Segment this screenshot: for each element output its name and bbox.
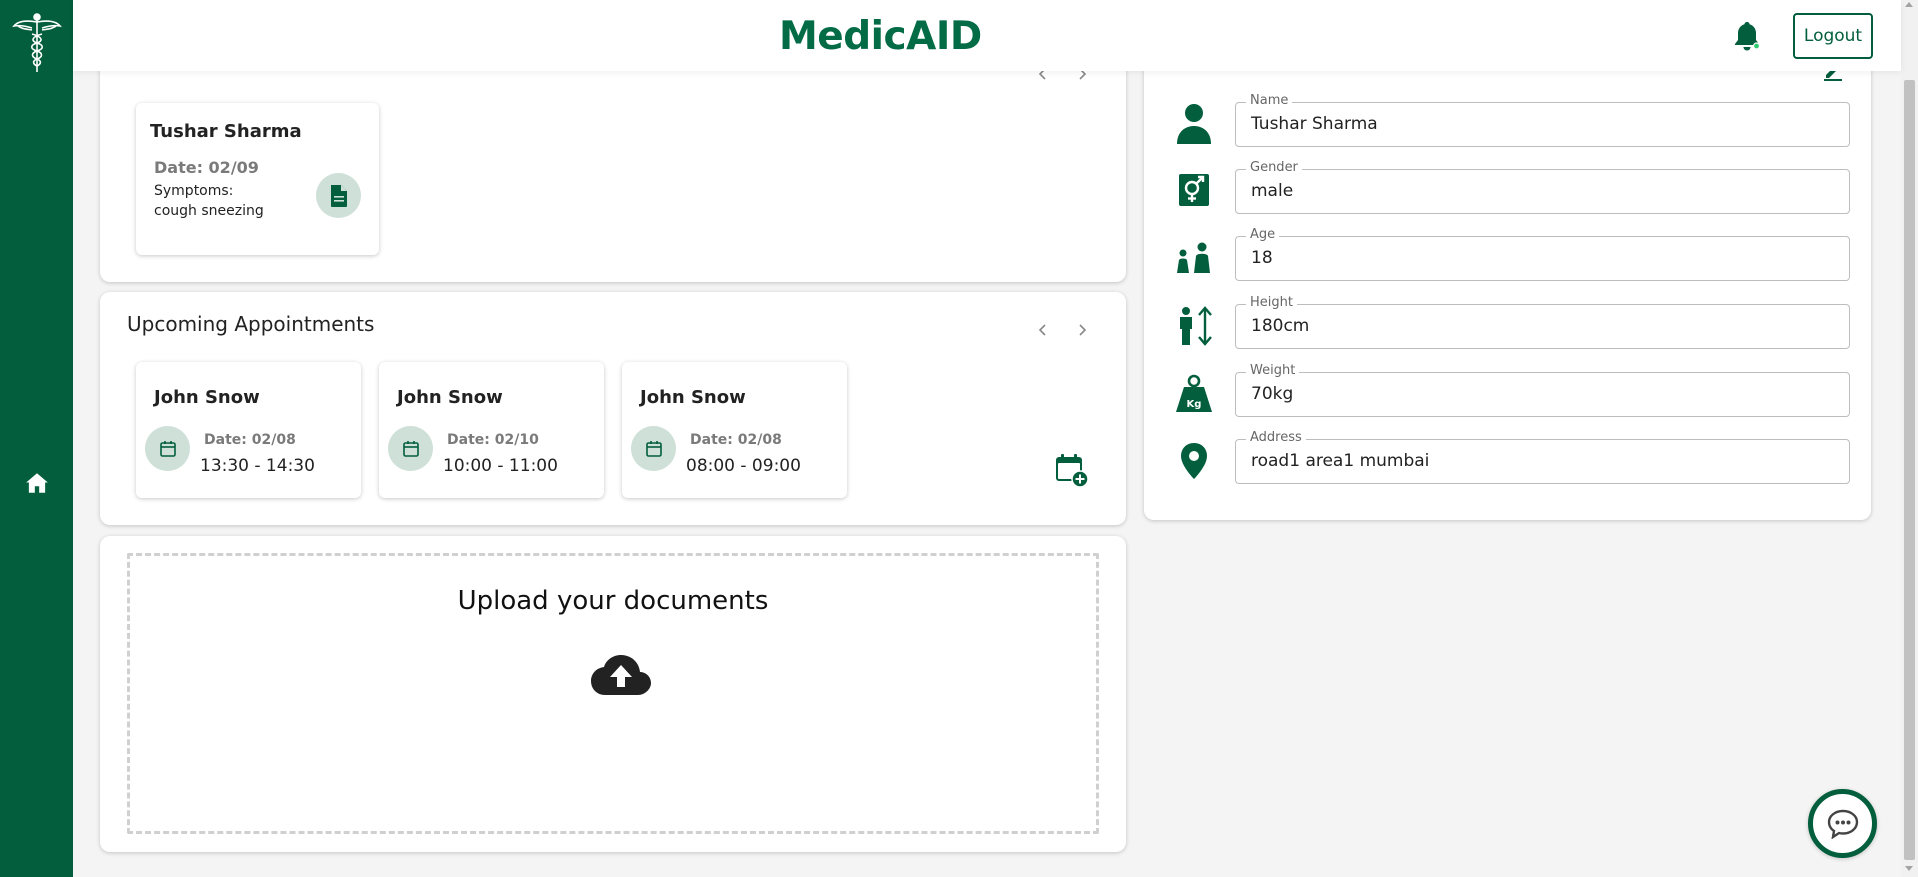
appointment-date: Date: 02/09 bbox=[154, 158, 259, 177]
name-label: Name bbox=[1246, 93, 1293, 109]
calendar-icon bbox=[631, 426, 676, 471]
doctor-name: John Snow bbox=[397, 387, 503, 408]
symptoms-text: cough sneezing bbox=[154, 203, 264, 219]
weight-label: Weight bbox=[1246, 363, 1300, 379]
home-icon[interactable] bbox=[24, 470, 50, 496]
doctor-name: John Snow bbox=[640, 387, 746, 408]
weight-field[interactable]: Weight 70kg bbox=[1235, 363, 1850, 417]
past-appointment-card[interactable]: Tushar Sharma Date: 02/09 Symptoms: coug… bbox=[136, 103, 379, 255]
appointment-time: 13:30 - 14:30 bbox=[200, 456, 315, 476]
people-icon bbox=[1174, 236, 1214, 280]
age-value: 18 bbox=[1251, 248, 1273, 268]
calendar-icon bbox=[388, 426, 433, 471]
upcoming-appointments-title: Upcoming Appointments bbox=[127, 312, 375, 336]
calendar-icon bbox=[145, 426, 190, 471]
weight-icon-text: Kg bbox=[1187, 399, 1202, 410]
appointment-date: Date: 02/10 bbox=[447, 432, 539, 448]
height-value: 180cm bbox=[1251, 316, 1310, 336]
top-header: MedicAID Logout bbox=[73, 0, 1901, 71]
age-label: Age bbox=[1246, 227, 1280, 243]
upload-documents-panel: Upload your documents bbox=[100, 536, 1126, 852]
notification-bell-icon[interactable] bbox=[1732, 19, 1762, 53]
scroll-down-arrow-icon[interactable] bbox=[1905, 866, 1913, 871]
upcoming-appointment-card[interactable]: John Snow Date: 02/10 10:00 - 11:00 bbox=[379, 362, 604, 498]
view-document-button[interactable] bbox=[316, 173, 361, 218]
appointment-date: Date: 02/08 bbox=[690, 432, 782, 448]
age-field[interactable]: Age 18 bbox=[1235, 227, 1850, 281]
name-field[interactable]: Name Tushar Sharma bbox=[1235, 93, 1850, 147]
location-pin-icon bbox=[1174, 439, 1214, 483]
profile-panel: Name Tushar Sharma Gender male Age 18 He… bbox=[1144, 30, 1871, 520]
add-appointment-icon[interactable] bbox=[1054, 452, 1090, 488]
caduceus-logo-icon bbox=[12, 13, 62, 72]
upcoming-appointment-card[interactable]: John Snow Date: 02/08 08:00 - 09:00 bbox=[622, 362, 847, 498]
upcoming-prev-arrow-icon[interactable] bbox=[1036, 323, 1050, 337]
doctor-name: John Snow bbox=[154, 387, 260, 408]
address-label: Address bbox=[1246, 430, 1306, 446]
name-value: Tushar Sharma bbox=[1251, 114, 1378, 134]
weight-icon: Kg bbox=[1174, 372, 1214, 416]
appointment-date: Date: 02/08 bbox=[204, 432, 296, 448]
gender-value: male bbox=[1251, 181, 1294, 201]
appointment-time: 10:00 - 11:00 bbox=[443, 456, 558, 476]
height-field[interactable]: Height 180cm bbox=[1235, 295, 1850, 349]
gender-label: Gender bbox=[1246, 160, 1302, 176]
sidebar bbox=[0, 0, 73, 877]
gender-icon bbox=[1174, 168, 1214, 212]
upcoming-appointment-card[interactable]: John Snow Date: 02/08 13:30 - 14:30 bbox=[136, 362, 361, 498]
address-field[interactable]: Address road1 area1 mumbai bbox=[1235, 430, 1850, 484]
upload-dropzone[interactable]: Upload your documents bbox=[127, 553, 1099, 834]
scrollbar-thumb[interactable] bbox=[1904, 80, 1915, 860]
gender-field[interactable]: Gender male bbox=[1235, 160, 1850, 214]
logout-button[interactable]: Logout bbox=[1793, 13, 1873, 59]
symptoms-label: Symptoms: bbox=[154, 183, 234, 199]
upcoming-appointments-panel: Upcoming Appointments John Snow Date: 02… bbox=[100, 292, 1126, 525]
chatbot-button[interactable] bbox=[1808, 789, 1877, 858]
height-label: Height bbox=[1246, 295, 1297, 311]
appointment-time: 08:00 - 09:00 bbox=[686, 456, 801, 476]
person-icon bbox=[1174, 101, 1214, 145]
cloud-upload-icon bbox=[591, 655, 651, 695]
patient-name: Tushar Sharma bbox=[150, 121, 302, 142]
scroll-up-arrow-icon[interactable] bbox=[1905, 2, 1913, 7]
upcoming-next-arrow-icon[interactable] bbox=[1075, 323, 1089, 337]
upload-title: Upload your documents bbox=[457, 586, 769, 616]
chat-bubble-icon bbox=[1827, 809, 1858, 839]
document-icon bbox=[330, 184, 347, 207]
address-value: road1 area1 mumbai bbox=[1251, 451, 1430, 471]
weight-value: 70kg bbox=[1251, 384, 1294, 404]
brand-title: MedicAID bbox=[779, 14, 982, 59]
height-icon bbox=[1174, 304, 1214, 348]
